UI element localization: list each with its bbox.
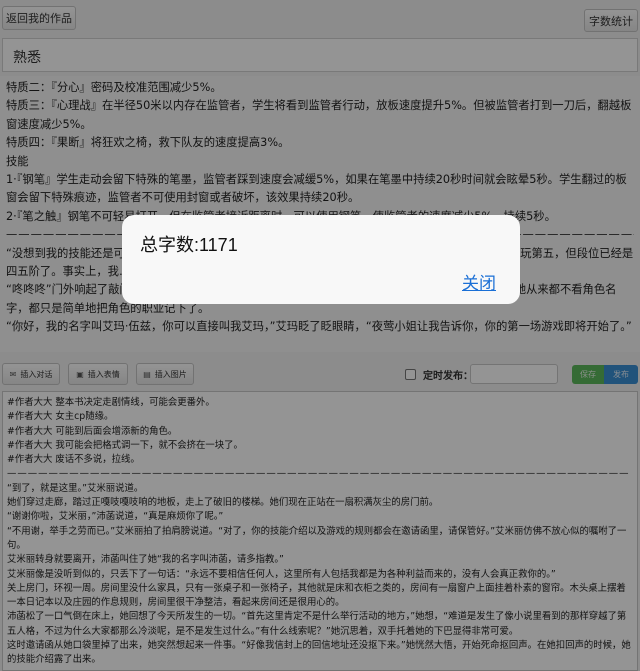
close-dialog-link[interactable]: 关闭: [462, 269, 496, 294]
word-count-dialog: 总字数:1171 关闭: [122, 215, 520, 304]
total-word-count: 总字数:1171: [140, 235, 238, 255]
modal-backdrop[interactable]: [0, 0, 640, 671]
